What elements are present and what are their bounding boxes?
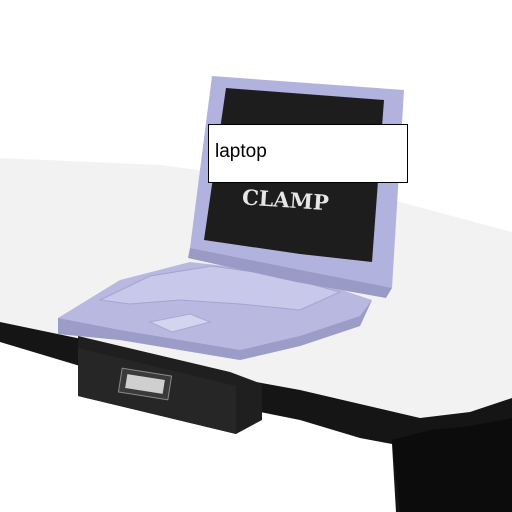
object-label: laptop [208,124,408,183]
photo-scene: CLAMP [0,76,512,512]
